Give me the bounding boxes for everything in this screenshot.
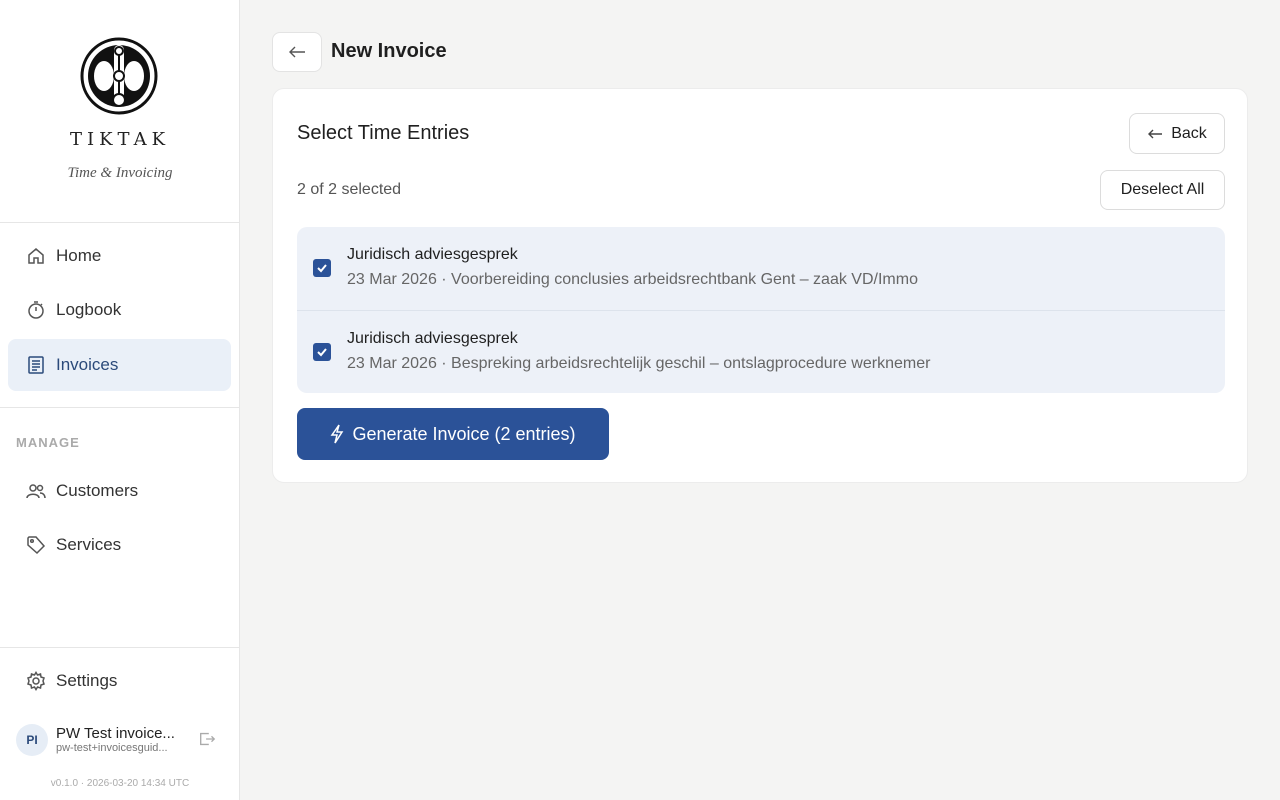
checkmark-icon [317, 348, 327, 357]
list-item[interactable]: Juridisch adviesgesprek 23 Mar 2026 · Be… [297, 310, 1225, 393]
time-entry-list: Juridisch adviesgesprek 23 Mar 2026 · Vo… [297, 227, 1225, 393]
deselect-all-button[interactable]: Deselect All [1100, 170, 1225, 210]
sidebar: TIKTAK Time & Invoicing Home Logbook Inv… [0, 0, 240, 800]
sidebar-item-services[interactable]: Services [8, 519, 231, 571]
sidebar-item-label: Services [56, 535, 122, 554]
brand-name: TIKTAK [69, 129, 171, 150]
version-text: v0.1.0 · 2026-03-20 14:34 UTC [50, 778, 190, 789]
generate-invoice-label: Generate Invoice (2 entries) [352, 423, 576, 444]
sidebar-item-label: Logbook [56, 300, 122, 319]
sidebar-item-logbook[interactable]: Logbook [8, 284, 231, 336]
entry-title: Juridisch adviesgesprek [347, 246, 518, 263]
user-name: PW Test invoice... [56, 725, 175, 742]
sidebar-item-label: Invoices [56, 355, 119, 374]
page-title: New Invoice [331, 40, 447, 62]
brand-area: TIKTAK Time & Invoicing [0, 0, 239, 223]
entry-subtitle: 23 Mar 2026 · Bespreking arbeidsrechteli… [347, 355, 931, 372]
time-entries-card: Select Time Entries Back 2 of 2 selected… [272, 88, 1248, 483]
logout-icon[interactable] [198, 730, 216, 748]
user-profile[interactable]: PI PW Test invoice... pw-test+invoicesgu… [16, 723, 226, 757]
list-item[interactable]: Juridisch adviesgesprek 23 Mar 2026 · Vo… [297, 227, 1225, 310]
sidebar-item-customers[interactable]: Customers [8, 465, 231, 517]
tag-icon [26, 535, 46, 555]
back-button[interactable]: Back [1129, 113, 1225, 154]
entry-title: Juridisch adviesgesprek [347, 330, 518, 347]
entry-subtitle: 23 Mar 2026 · Voorbereiding conclusies a… [347, 271, 918, 288]
sidebar-item-label: Settings [56, 671, 118, 690]
sidebar-item-home[interactable]: Home [8, 230, 231, 282]
home-icon [26, 246, 46, 266]
invoice-icon [26, 355, 46, 375]
selection-count: 2 of 2 selected [297, 181, 402, 198]
card-title: Select Time Entries [297, 122, 470, 144]
back-arrow-button[interactable] [272, 32, 322, 72]
sidebar-item-settings[interactable]: Settings [8, 655, 231, 707]
section-label-manage: MANAGE [16, 435, 80, 450]
sidebar-divider [0, 407, 239, 408]
user-email: pw-test+invoicesguid... [56, 742, 168, 754]
back-button-label: Back [1171, 124, 1207, 142]
checkmark-icon [317, 264, 327, 273]
generate-invoice-button[interactable]: Generate Invoice (2 entries) [297, 408, 609, 460]
users-icon [26, 481, 46, 501]
sidebar-item-label: Home [56, 246, 102, 265]
avatar: PI [16, 724, 48, 756]
stopwatch-icon [26, 300, 46, 320]
tiktak-logo-icon [80, 37, 158, 115]
brand-tagline: Time & Invoicing [67, 165, 173, 181]
sidebar-divider [0, 647, 239, 648]
sidebar-item-label: Customers [56, 481, 139, 500]
gear-icon [26, 671, 46, 691]
entry-checkbox[interactable] [313, 259, 331, 277]
entry-checkbox[interactable] [313, 343, 331, 361]
arrow-left-icon [289, 46, 305, 58]
arrow-left-icon [1147, 128, 1163, 140]
sidebar-item-invoices[interactable]: Invoices [8, 339, 231, 391]
lightning-icon [330, 424, 344, 444]
